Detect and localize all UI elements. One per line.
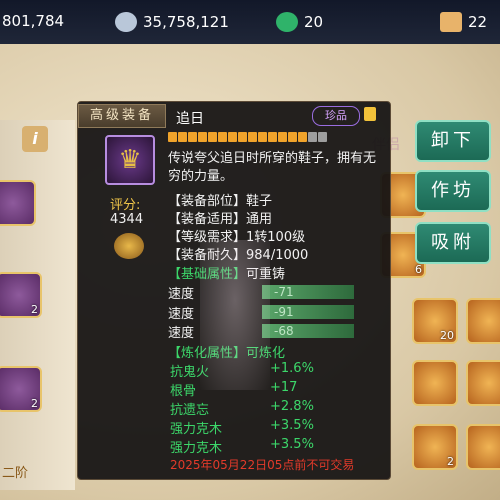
base-stat-name: 速度	[168, 287, 195, 302]
ticket-icon	[440, 12, 462, 32]
attr-slot: 【装备部位】鞋子	[168, 194, 273, 209]
workshop-button[interactable]: 作坊	[415, 170, 491, 212]
base-stat-bar: -91	[262, 305, 354, 319]
equip-slot-2[interactable]: 2	[0, 272, 42, 318]
currency-jade[interactable]: 20	[276, 12, 323, 32]
refine-stat-name: 强力克木	[170, 422, 223, 437]
refine-stat-value: +2.8%	[270, 399, 314, 414]
enhance-pip-filled	[218, 132, 227, 142]
jade-amount: 20	[304, 13, 324, 31]
currency-bar: 801,784 35,758,121 20 22	[0, 0, 500, 44]
slot-count: 2	[31, 397, 38, 410]
refine-stat-value: +3.5%	[270, 437, 314, 452]
item-name: 追日	[176, 111, 204, 127]
refine-stat-name: 抗遗忘	[170, 403, 210, 418]
enhance-pip-filled	[198, 132, 207, 142]
enhance-pip-filled	[268, 132, 277, 142]
refine-stat-name: 根骨	[170, 384, 197, 399]
item-count: 6	[415, 263, 422, 276]
silver-icon	[115, 12, 137, 32]
enhance-pip-filled	[248, 132, 257, 142]
enhance-pip-filled	[188, 132, 197, 142]
equip-slot-3[interactable]: 2	[0, 366, 42, 412]
refine-stat-value: +1.6%	[270, 361, 314, 376]
unequip-button[interactable]: 卸下	[415, 120, 491, 162]
enhance-pip-filled	[178, 132, 187, 142]
tooltip-tag: 高级装备	[78, 104, 166, 128]
lock-icon[interactable]	[364, 107, 376, 121]
enhance-pip-filled	[208, 132, 217, 142]
currency-ticket[interactable]: 22	[440, 12, 487, 32]
enhance-pip-empty	[318, 132, 327, 142]
attr-usage: 【装备适用】通用	[168, 212, 273, 227]
enhance-pip-filled	[168, 132, 177, 142]
level-label: 二阶	[2, 466, 29, 481]
shoes-icon: ♛	[118, 145, 142, 175]
item-count: 20	[440, 329, 454, 342]
enhance-pip-filled	[258, 132, 267, 142]
silver-amount: 35,758,121	[143, 13, 229, 31]
enhance-pip-filled	[298, 132, 307, 142]
character-portrait	[200, 240, 270, 390]
jade-icon	[276, 12, 298, 32]
share-icon[interactable]	[114, 233, 144, 259]
enhance-bar	[168, 132, 327, 142]
grid-item[interactable]	[466, 360, 500, 406]
grid-item[interactable]	[412, 360, 458, 406]
base-stat-bar: -71	[262, 285, 354, 299]
base-stat-name: 速度	[168, 307, 195, 322]
absorb-button[interactable]: 吸附	[415, 222, 491, 264]
refine-stat-value: +3.5%	[270, 418, 314, 433]
gold-amount: 801,784	[2, 12, 65, 30]
grid-item[interactable]	[466, 298, 500, 344]
info-tab[interactable]: i	[22, 126, 48, 152]
enhance-pip-filled	[288, 132, 297, 142]
grid-item[interactable]: 2	[412, 424, 458, 470]
enhance-pip-filled	[228, 132, 237, 142]
trade-limit-text: 2025年05月22日05点前不可交易	[170, 458, 355, 472]
base-stat-name: 速度	[168, 326, 195, 341]
currency-silver[interactable]: 35,758,121	[115, 12, 229, 32]
enhance-pip-filled	[278, 132, 287, 142]
item-count: 2	[447, 455, 454, 468]
base-stat-bar: -68	[262, 324, 354, 338]
grid-item[interactable]	[466, 424, 500, 470]
currency-gold: 801,784	[2, 12, 64, 30]
item-icon: ♛	[105, 135, 155, 185]
rarity-badge: 珍品	[312, 106, 360, 126]
slot-count: 2	[31, 303, 38, 316]
refine-stat-value: +17	[270, 380, 298, 395]
equip-slot-1[interactable]	[0, 180, 36, 226]
item-description: 传说夸父追日时所穿的鞋子，拥有无穷的力量。	[168, 151, 377, 184]
score-label: 评分:	[110, 198, 141, 213]
enhance-pip-empty	[308, 132, 317, 142]
grid-item[interactable]: 20	[412, 298, 458, 344]
score-value: 4344	[110, 212, 144, 227]
ticket-amount: 22	[468, 13, 488, 31]
refine-stat-name: 强力克木	[170, 441, 223, 456]
enhance-pip-filled	[238, 132, 247, 142]
